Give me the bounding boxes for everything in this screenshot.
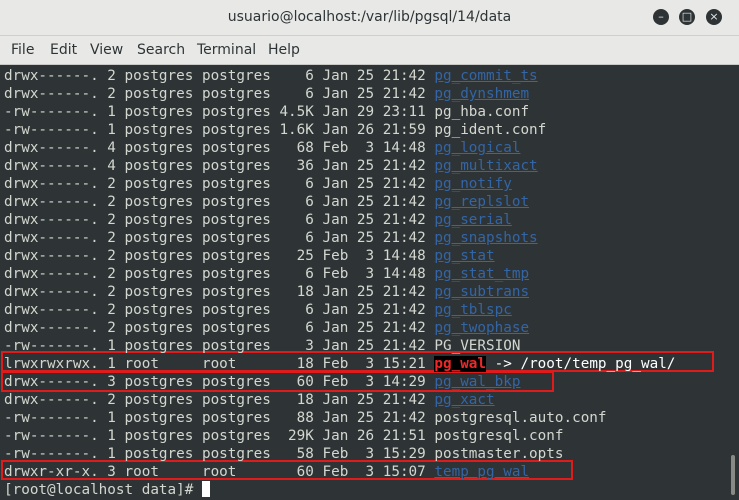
listing-row-meta: drwx------. 2 postgres postgres 18 Jan 2… xyxy=(4,392,435,408)
listing-row: -rw-------. 1 postgres postgres 88 Jan 2… xyxy=(4,409,607,427)
scrollbar[interactable] xyxy=(726,65,739,500)
directory-name: pg_tblspc xyxy=(434,302,512,318)
symlink-target: /root/temp_pg_wal/ xyxy=(520,356,676,372)
listing-row-meta: drwx------. 2 postgres postgres 6 Jan 25… xyxy=(4,320,435,336)
listing-row-meta: -rw-------. 1 postgres postgres 88 Jan 2… xyxy=(4,410,435,426)
title-bar[interactable]: usuario@localhost:/var/lib/pgsql/14/data… xyxy=(0,0,739,36)
listing-row: drwx------. 2 postgres postgres 18 Jan 2… xyxy=(4,391,495,409)
listing-row-meta: drwx------. 4 postgres postgres 68 Feb 3… xyxy=(4,140,435,156)
listing-row-meta: drwx------. 2 postgres postgres 6 Jan 25… xyxy=(4,176,435,192)
listing-row-meta: drwx------. 2 postgres postgres 6 Jan 25… xyxy=(4,302,435,318)
listing-row: -rw-------. 1 postgres postgres 58 Feb 3… xyxy=(4,445,564,463)
listing-row: drwx------. 2 postgres postgres 25 Feb 3… xyxy=(4,247,495,265)
minimize-button[interactable]: – xyxy=(653,9,669,25)
listing-row: drwx------. 2 postgres postgres 6 Feb 3 … xyxy=(4,265,529,283)
terminal-window: usuario@localhost:/var/lib/pgsql/14/data… xyxy=(0,0,739,500)
directory-name: pg_twophase xyxy=(434,320,530,336)
listing-row: -rw-------. 1 postgres postgres 3 Jan 25… xyxy=(4,337,520,355)
listing-row-meta: drwx------. 2 postgres postgres 6 Jan 25… xyxy=(4,86,435,102)
listing-row: drwx------. 2 postgres postgres 6 Jan 25… xyxy=(4,85,529,103)
listing-row-meta: -rw-------. 1 postgres postgres 3 Jan 25… xyxy=(4,338,435,354)
directory-name: pg_dynshmem xyxy=(434,86,530,102)
directory-name: pg_subtrans xyxy=(434,284,530,300)
menu-file[interactable]: File xyxy=(11,42,34,58)
symlink-arrow: -> xyxy=(486,356,521,372)
listing-row-meta: -rw-------. 1 postgres postgres 1.6K Jan… xyxy=(4,122,435,138)
menu-edit[interactable]: Edit xyxy=(50,42,77,58)
menu-terminal[interactable]: Terminal xyxy=(197,42,256,58)
file-name: postmaster.opts xyxy=(434,446,564,462)
file-name: postgresql.auto.conf xyxy=(434,410,607,426)
directory-name: pg_notify xyxy=(434,176,512,192)
directory-name: pg_xact xyxy=(434,392,495,408)
directory-name: pg_wal_bkp xyxy=(434,374,521,390)
file-name: pg_ident.conf xyxy=(434,122,547,138)
listing-row-meta: drwx------. 2 postgres postgres 6 Feb 3 … xyxy=(4,266,435,282)
listing-row-meta: drwx------. 2 postgres postgres 6 Jan 25… xyxy=(4,212,435,228)
shell-prompt: [root@localhost data]# xyxy=(4,482,202,498)
listing-row-meta: -rw-------. 1 postgres postgres 4.5K Jan… xyxy=(4,104,435,120)
directory-name: pg_logical xyxy=(434,140,521,156)
listing-row: drwx------. 2 postgres postgres 6 Jan 25… xyxy=(4,175,512,193)
listing-row: drwxr-xr-x. 3 root root 60 Feb 3 15:07 t… xyxy=(4,463,529,481)
directory-name: temp_pg_wal xyxy=(434,464,530,480)
listing-row: drwx------. 4 postgres postgres 68 Feb 3… xyxy=(4,139,520,157)
listing-row: -rw-------. 1 postgres postgres 29K Jan … xyxy=(4,427,564,445)
text-cursor xyxy=(201,481,210,497)
listing-row-meta: drwx------. 4 postgres postgres 36 Jan 2… xyxy=(4,158,435,174)
close-button[interactable]: × xyxy=(706,9,722,25)
listing-row: drwx------. 2 postgres postgres 18 Jan 2… xyxy=(4,283,529,301)
listing-row: drwx------. 2 postgres postgres 6 Jan 25… xyxy=(4,301,512,319)
listing-row: -rw-------. 1 postgres postgres 1.6K Jan… xyxy=(4,121,546,139)
listing-row-meta: -rw-------. 1 postgres postgres 29K Jan … xyxy=(4,428,435,444)
menu-search[interactable]: Search xyxy=(137,42,185,58)
listing-row: drwx------. 2 postgres postgres 6 Jan 25… xyxy=(4,229,538,247)
directory-name: pg_stat_tmp xyxy=(434,266,530,282)
listing-row-meta: -rw-------. 1 postgres postgres 58 Feb 3… xyxy=(4,446,435,462)
listing-row-meta: drwxr-xr-x. 3 root root 60 Feb 3 15:07 xyxy=(4,464,435,480)
listing-row: -rw-------. 1 postgres postgres 4.5K Jan… xyxy=(4,103,529,121)
directory-name: pg_snapshots xyxy=(434,230,538,246)
terminal-output[interactable]: drwx------. 2 postgres postgres 6 Jan 25… xyxy=(0,65,726,500)
listing-row-meta: drwx------. 2 postgres postgres 6 Jan 25… xyxy=(4,68,435,84)
directory-name: pg_serial xyxy=(434,212,512,228)
directory-name: pg_replslot xyxy=(434,194,530,210)
scrollbar-thumb[interactable] xyxy=(731,455,735,495)
menu-view[interactable]: View xyxy=(90,42,123,58)
directory-name: pg_commit_ts xyxy=(434,68,538,84)
listing-row-meta: drwx------. 3 postgres postgres 60 Feb 3… xyxy=(4,374,435,390)
file-name: pg_hba.conf xyxy=(434,104,530,120)
listing-row: lrwxrwxrwx. 1 root root 18 Feb 3 15:21 p… xyxy=(4,355,675,373)
listing-row-meta: drwx------. 2 postgres postgres 25 Feb 3… xyxy=(4,248,435,264)
shell-prompt-line[interactable]: [root@localhost data]# xyxy=(4,481,210,499)
file-name: PG_VERSION xyxy=(434,338,521,354)
menu-bar: File Edit View Search Terminal Help xyxy=(0,36,739,65)
listing-row: drwx------. 2 postgres postgres 6 Jan 25… xyxy=(4,211,512,229)
symlink-name: pg_wal xyxy=(434,356,487,372)
file-name: postgresql.conf xyxy=(434,428,564,444)
listing-row: drwx------. 2 postgres postgres 6 Jan 25… xyxy=(4,193,529,211)
listing-row-meta: lrwxrwxrwx. 1 root root 18 Feb 3 15:21 xyxy=(4,356,435,372)
listing-row: drwx------. 3 postgres postgres 60 Feb 3… xyxy=(4,373,520,391)
listing-row: drwx------. 4 postgres postgres 36 Jan 2… xyxy=(4,157,538,175)
directory-name: pg_stat xyxy=(434,248,495,264)
maximize-button[interactable]: □ xyxy=(679,9,695,25)
listing-row: drwx------. 2 postgres postgres 6 Jan 25… xyxy=(4,67,538,85)
listing-row: drwx------. 2 postgres postgres 6 Jan 25… xyxy=(4,319,529,337)
listing-row-meta: drwx------. 2 postgres postgres 18 Jan 2… xyxy=(4,284,435,300)
listing-row-meta: drwx------. 2 postgres postgres 6 Jan 25… xyxy=(4,194,435,210)
directory-name: pg_multixact xyxy=(434,158,538,174)
menu-help[interactable]: Help xyxy=(268,42,300,58)
window-title: usuario@localhost:/var/lib/pgsql/14/data xyxy=(227,9,512,25)
listing-row-meta: drwx------. 2 postgres postgres 6 Jan 25… xyxy=(4,230,435,246)
